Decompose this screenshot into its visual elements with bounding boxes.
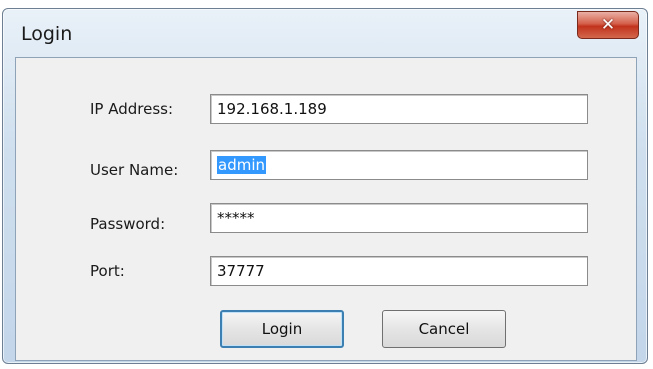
cancel-button[interactable]: Cancel	[382, 310, 506, 348]
login-dialog: Login ✕ IP Address: 192.168.1.189 User N…	[0, 0, 653, 369]
ip-address-value: 192.168.1.189	[217, 100, 327, 118]
user-name-value: admin	[217, 156, 266, 174]
port-label: Port:	[90, 262, 125, 280]
user-name-input[interactable]: admin	[210, 150, 588, 180]
user-name-label: User Name:	[90, 161, 179, 179]
login-button[interactable]: Login	[220, 310, 344, 348]
password-value: *****	[217, 209, 255, 227]
ip-address-input[interactable]: 192.168.1.189	[210, 94, 588, 124]
ip-address-label: IP Address:	[90, 100, 174, 118]
window-title: Login	[21, 23, 73, 45]
dialog-body: IP Address: 192.168.1.189 User Name: adm…	[15, 57, 637, 361]
close-icon: ✕	[600, 15, 616, 35]
port-input[interactable]: 37777	[210, 256, 588, 286]
port-value: 37777	[217, 262, 265, 280]
window-frame: Login ✕ IP Address: 192.168.1.189 User N…	[2, 8, 648, 364]
close-button[interactable]: ✕	[577, 11, 639, 39]
title-bar[interactable]: Login ✕	[3, 9, 647, 57]
password-label: Password:	[90, 215, 166, 233]
password-input[interactable]: *****	[210, 203, 588, 233]
